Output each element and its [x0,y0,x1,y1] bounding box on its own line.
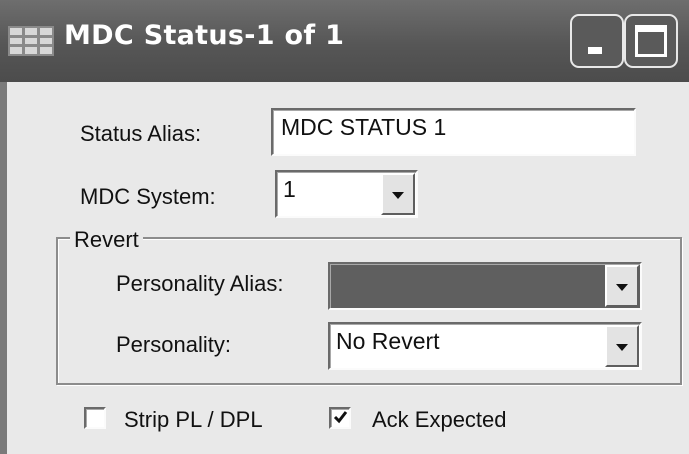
status-alias-input[interactable]: MDC STATUS 1 [271,108,636,156]
strip-pl-label[interactable]: Strip PL / DPL [124,407,263,433]
personality-alias-select[interactable] [328,262,642,310]
window-title: MDC Status-1 of 1 [64,20,345,51]
mdc-system-select[interactable]: 1 [275,170,418,218]
window-frame-left [0,82,7,454]
mdc-status-window: MDC Status-1 of 1 Status Alias: MDC STAT… [0,0,689,454]
personality-alias-dropdown-button[interactable] [605,265,639,307]
ack-expected-label[interactable]: Ack Expected [372,407,507,433]
personality-select[interactable]: No Revert [328,322,642,370]
ack-expected-checkbox[interactable] [329,407,351,429]
maximize-button[interactable] [624,14,678,68]
mdc-system-label: MDC System: [80,184,216,209]
revert-group-legend: Revert [70,227,143,253]
chevron-down-icon [392,192,404,199]
title-bar[interactable]: MDC Status-1 of 1 [0,0,689,82]
checkmark-icon [333,411,348,424]
personality-label: Personality: [116,332,231,357]
mdc-system-dropdown-button[interactable] [381,173,415,215]
maximize-icon [635,25,667,57]
strip-pl-checkbox[interactable] [84,407,106,429]
minimize-button[interactable] [570,14,624,68]
personality-value: No Revert [336,328,440,354]
minimize-icon [588,47,602,54]
grid-app-icon [8,26,54,56]
chevron-down-icon [616,284,628,291]
personality-dropdown-button[interactable] [605,325,639,367]
chevron-down-icon [616,344,628,351]
status-alias-label: Status Alias: [80,121,202,146]
mdc-system-value: 1 [283,176,296,202]
personality-alias-label: Personality Alias: [116,271,284,296]
